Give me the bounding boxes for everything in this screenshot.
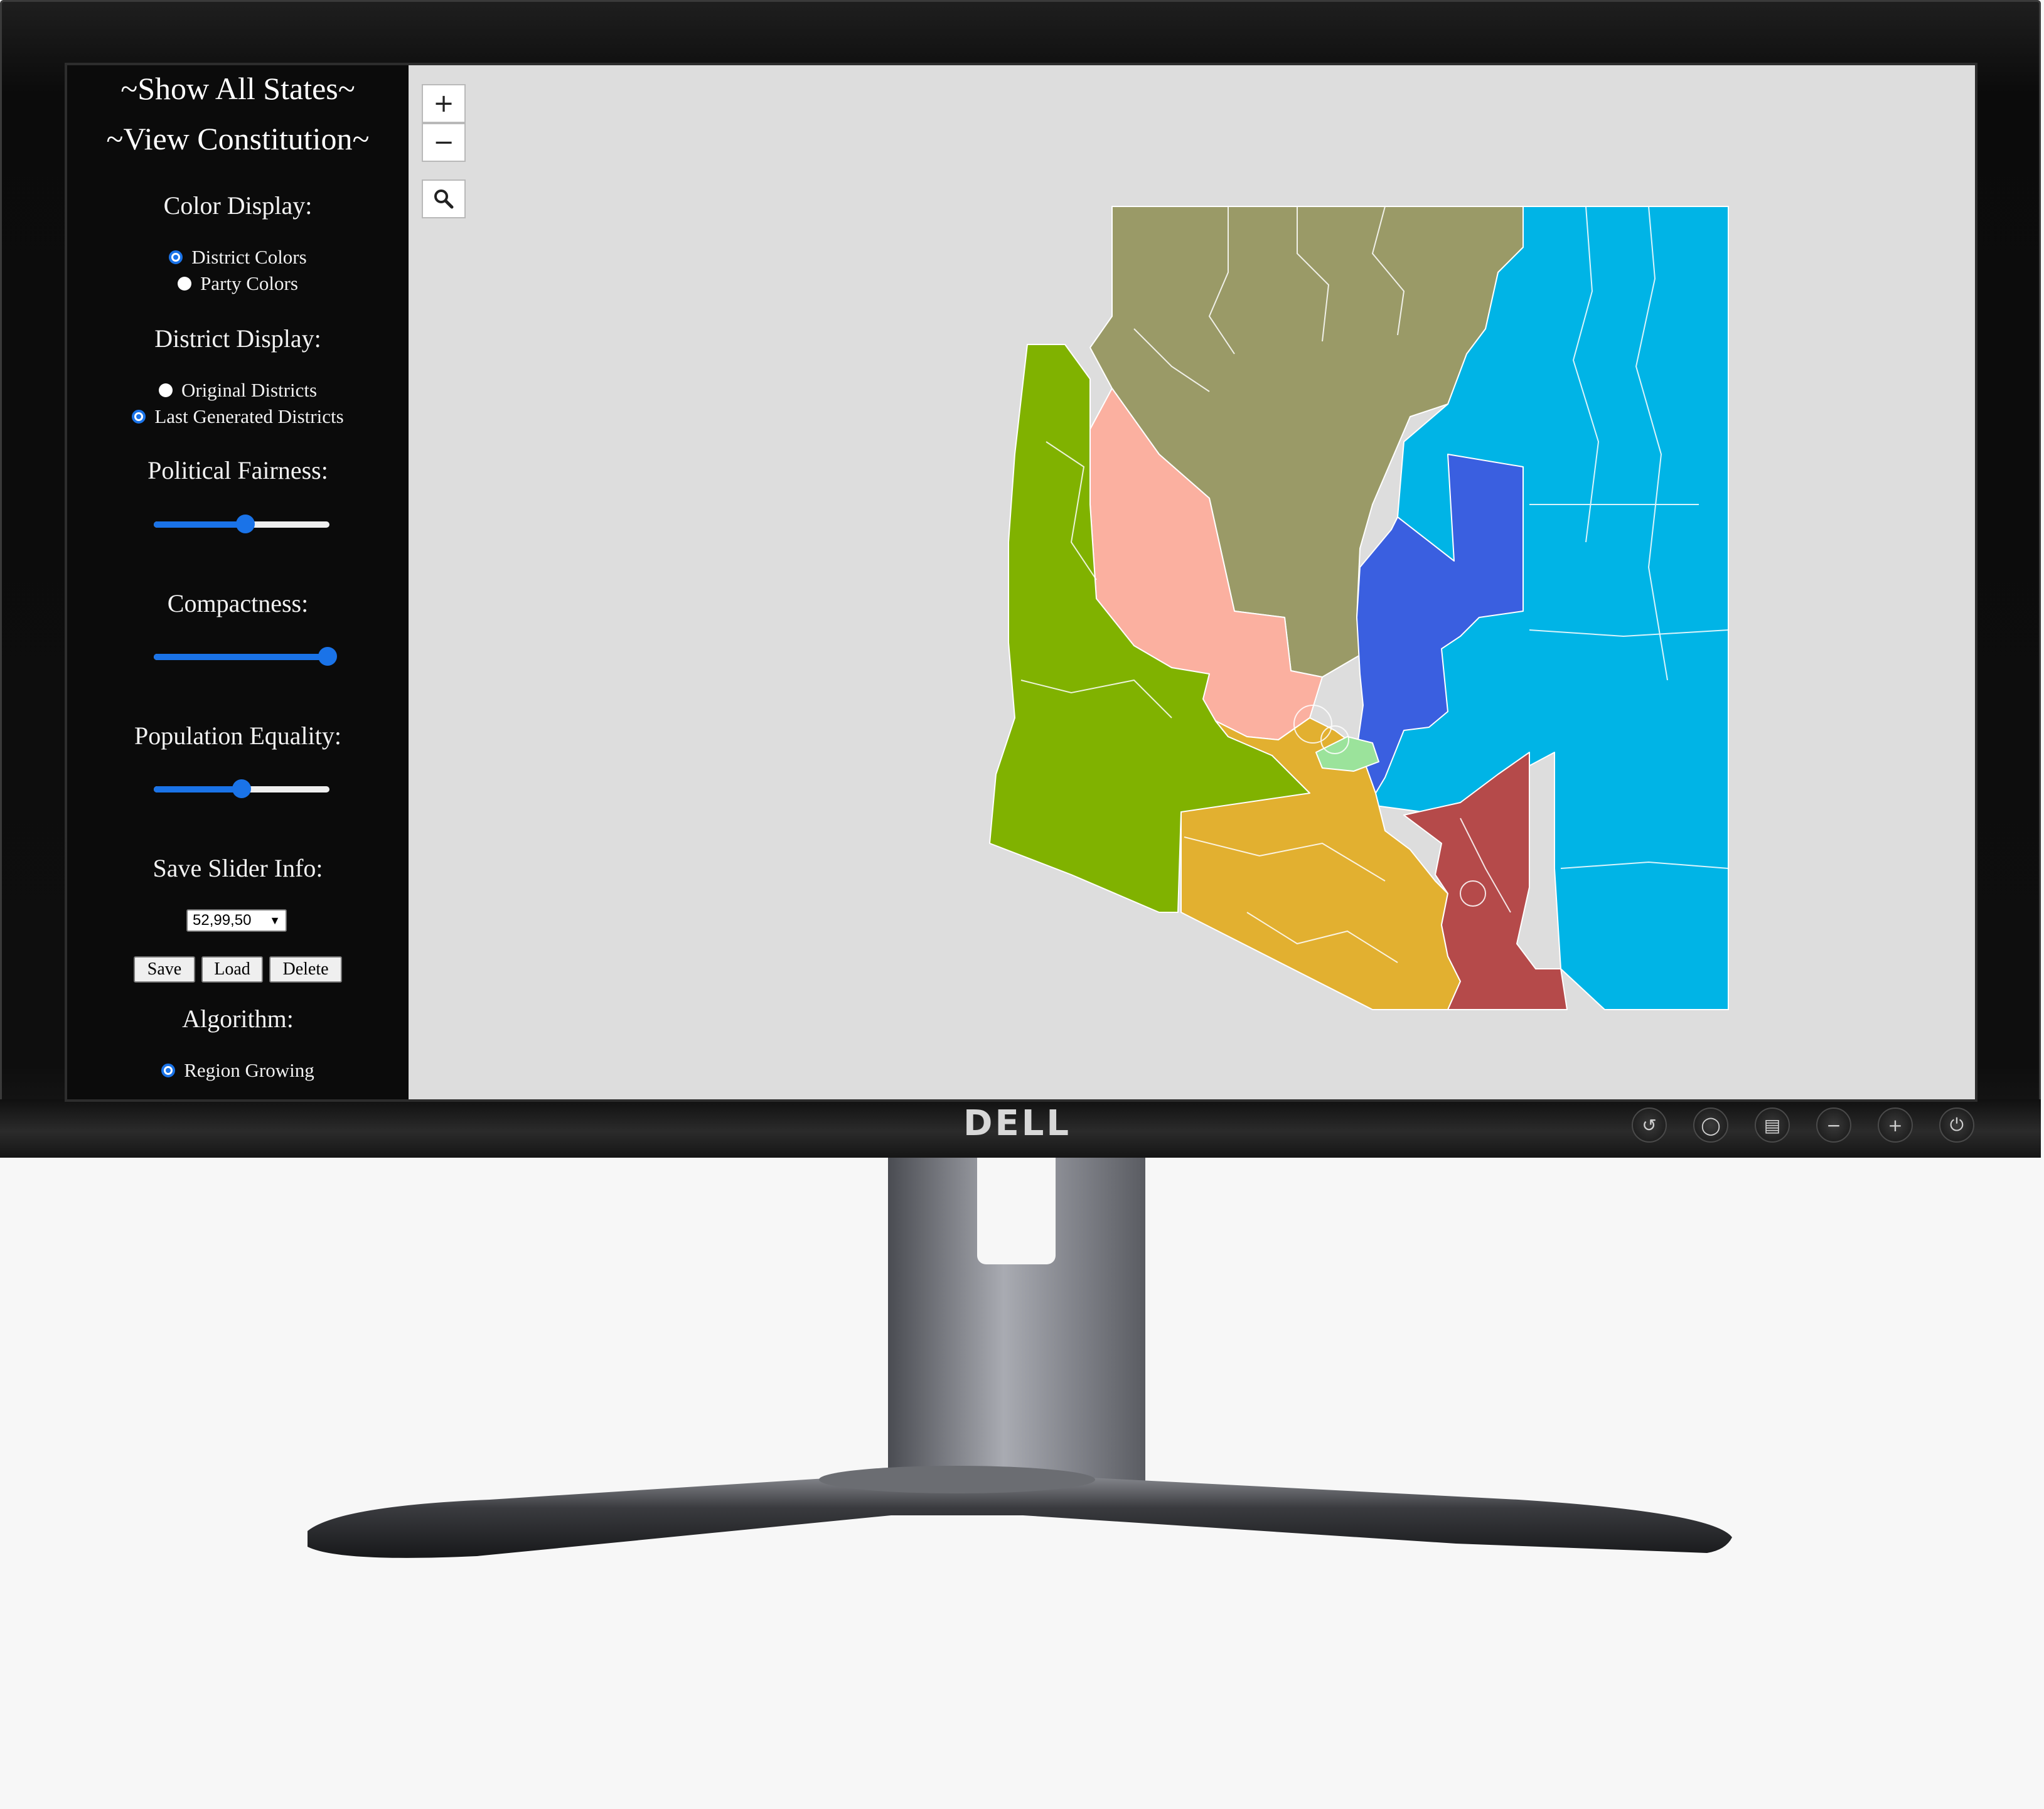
menu-icon[interactable]: ▤ bbox=[1755, 1107, 1790, 1143]
display-mode-icon[interactable]: ◯ bbox=[1693, 1107, 1728, 1143]
plus-icon[interactable]: + bbox=[1878, 1107, 1913, 1143]
input-source-icon[interactable]: ↺ bbox=[1632, 1107, 1667, 1143]
minus-icon[interactable]: − bbox=[1816, 1107, 1851, 1143]
district-map[interactable] bbox=[67, 65, 1975, 1099]
cable-slot bbox=[977, 1158, 1056, 1264]
app-screen: ~Show All States~ ~View Constitution~ Co… bbox=[65, 63, 1977, 1102]
dell-logo: DELL bbox=[963, 1103, 1072, 1144]
power-icon[interactable]: ⏻ bbox=[1939, 1107, 1974, 1143]
monitor-stand-base bbox=[308, 1466, 1732, 1558]
